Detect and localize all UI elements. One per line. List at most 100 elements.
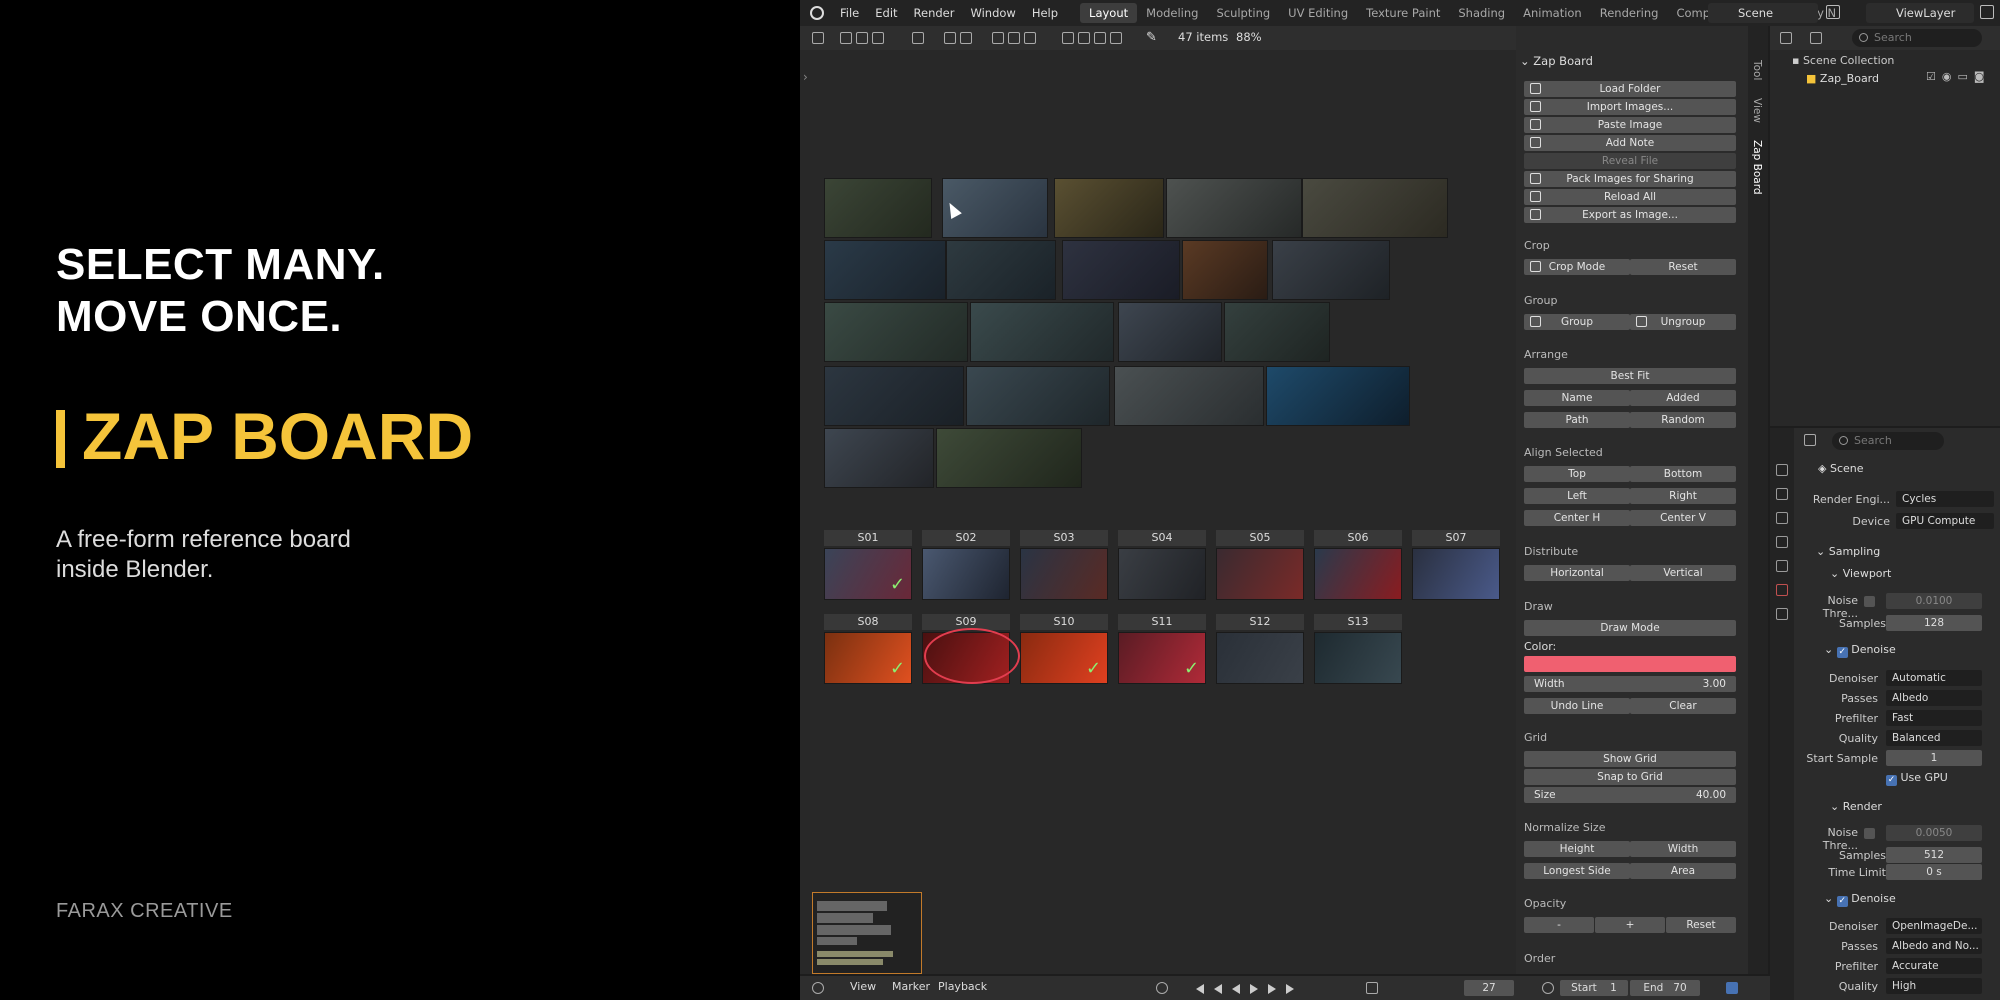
editor-type-icon[interactable] <box>1780 32 1792 44</box>
use-gpu-toggle[interactable]: ✓ Use GPU <box>1886 771 1948 786</box>
play-icon[interactable] <box>1250 984 1258 994</box>
time-limit-field[interactable]: 0 s <box>1886 864 1982 880</box>
list-icon[interactable] <box>912 32 924 44</box>
note-icon[interactable] <box>872 32 884 44</box>
blender-logo-icon[interactable] <box>810 6 824 20</box>
align-top-button[interactable]: Top <box>1524 466 1630 482</box>
menu-window[interactable]: Window <box>962 0 1023 26</box>
reference-image[interactable] <box>1182 240 1268 300</box>
export-image-button[interactable]: Export as Image... <box>1524 207 1736 223</box>
vp-noise-field[interactable]: 0.0100 <box>1886 593 1982 609</box>
render-subpanel-header[interactable]: ⌄ Render <box>1830 800 1882 813</box>
output-tab-icon[interactable] <box>1776 512 1788 524</box>
tool-tab-icon[interactable] <box>1776 464 1788 476</box>
tab-shading[interactable]: Shading <box>1449 3 1514 23</box>
pack-images-button[interactable]: Pack Images for Sharing <box>1524 171 1736 187</box>
normalize-height-button[interactable]: Height <box>1524 841 1630 857</box>
vp-prefilter-select[interactable]: Fast <box>1886 710 1982 726</box>
align-bottom-button[interactable]: Bottom <box>1630 466 1736 482</box>
device-select[interactable]: GPU Compute <box>1896 513 1994 529</box>
snap-icon[interactable] <box>1078 32 1090 44</box>
tab-sculpting[interactable]: Sculpting <box>1207 3 1279 23</box>
reveal-file-button[interactable]: Reveal File <box>1524 153 1736 169</box>
clock-icon[interactable] <box>1542 982 1554 994</box>
record-icon[interactable] <box>1156 982 1168 994</box>
viewport-subpanel-header[interactable]: ⌄ Viewport <box>1830 567 1891 580</box>
pencil-icon[interactable]: ✎ <box>1146 30 1157 45</box>
reference-image[interactable] <box>966 366 1110 426</box>
shot-thumbnail[interactable] <box>1314 548 1402 600</box>
clear-drawing-button[interactable]: Clear <box>1630 698 1736 714</box>
vp-denoise-header[interactable]: ⌄ ✓ Denoise <box>1824 643 1896 658</box>
padlock-icon[interactable] <box>1110 32 1122 44</box>
minimap[interactable] <box>812 892 922 974</box>
reference-image[interactable] <box>824 302 968 362</box>
timeline-view-menu[interactable]: View <box>850 980 876 993</box>
tab-texture-paint[interactable]: Texture Paint <box>1357 3 1449 23</box>
grid-size-field[interactable]: Size 40.00 <box>1524 787 1736 803</box>
tab-view[interactable]: View <box>1751 98 1763 123</box>
tab-zap-board[interactable]: Zap Board <box>1751 140 1763 195</box>
reference-image[interactable] <box>1272 240 1390 300</box>
arrange-name-button[interactable]: Name <box>1524 390 1630 406</box>
editor-type-icon[interactable] <box>1804 434 1816 446</box>
reference-image[interactable] <box>936 428 1082 488</box>
normalize-area-button[interactable]: Area <box>1630 863 1736 879</box>
show-grid-button[interactable]: Show Grid <box>1524 751 1736 767</box>
overlay-icon[interactable] <box>1726 982 1738 994</box>
menu-edit[interactable]: Edit <box>867 0 905 26</box>
vp-quality-select[interactable]: Balanced <box>1886 730 1982 746</box>
r-prefilter-select[interactable]: Accurate <box>1886 958 1982 974</box>
shot-thumbnail[interactable] <box>922 548 1010 600</box>
start-frame-field[interactable]: Start 1 <box>1560 980 1628 996</box>
draw-color-swatch[interactable] <box>1524 656 1736 672</box>
normalize-width-button[interactable]: Width <box>1630 841 1736 857</box>
collection-tab-icon[interactable] <box>1776 608 1788 620</box>
reference-image[interactable] <box>824 178 932 238</box>
arrange-added-button[interactable]: Added <box>1630 390 1736 406</box>
reference-image[interactable] <box>824 428 934 488</box>
reference-image[interactable] <box>824 240 946 300</box>
panel-title[interactable]: ⌄ Zap Board <box>1520 54 1593 68</box>
arrange-random-button[interactable]: Random <box>1630 412 1736 428</box>
r-noise-field[interactable]: 0.0050 <box>1886 825 1982 841</box>
lock-icon[interactable] <box>1094 32 1106 44</box>
visibility-toggles[interactable]: ☑◉▭◙ <box>1926 70 1991 83</box>
r-denoiser-select[interactable]: OpenImageDe... <box>1886 918 1982 934</box>
image-editor-viewport[interactable]: ✎ 47 items 88% › S01 ✓ S02 S03 S04 S05 S06 S07 S… <box>800 26 1516 974</box>
editor-type-icon[interactable] <box>812 32 824 44</box>
snap-to-grid-button[interactable]: Snap to Grid <box>1524 769 1736 785</box>
distribute-vertical-button[interactable]: Vertical <box>1630 565 1736 581</box>
reference-image[interactable] <box>1266 366 1410 426</box>
vp-samples-field[interactable]: 128 <box>1886 615 1982 631</box>
zap-board-object-row[interactable]: ■ Zap_Board <box>1806 72 1879 85</box>
opacity-increase-button[interactable]: + <box>1595 917 1665 933</box>
menu-help[interactable]: Help <box>1024 0 1066 26</box>
draw-mode-button[interactable]: Draw Mode <box>1524 620 1736 636</box>
ungroup-button[interactable]: Ungroup <box>1630 314 1736 330</box>
normalize-longest-button[interactable]: Longest Side <box>1524 863 1630 879</box>
start-sample-field[interactable]: 1 <box>1886 750 1982 766</box>
keying-icon[interactable] <box>1366 982 1378 994</box>
vp-noise-checkbox[interactable] <box>1864 596 1875 607</box>
new-scene-icon[interactable] <box>1826 5 1840 19</box>
r-passes-select[interactable]: Albedo and No... <box>1886 938 1982 954</box>
reference-image[interactable] <box>1114 366 1264 426</box>
reference-image[interactable] <box>1054 178 1164 238</box>
jump-end-icon[interactable] <box>1286 984 1294 994</box>
distribute-horizontal-button[interactable]: Horizontal <box>1524 565 1630 581</box>
editor-type-icon[interactable] <box>812 982 824 994</box>
timeline-marker-menu[interactable]: Marker <box>892 980 930 993</box>
arrange-path-button[interactable]: Path <box>1524 412 1630 428</box>
import-images-button[interactable]: Import Images... <box>1524 99 1736 115</box>
reference-image[interactable] <box>1118 302 1222 362</box>
reference-image[interactable] <box>946 240 1056 300</box>
reference-image[interactable] <box>970 302 1114 362</box>
reference-image[interactable] <box>824 366 964 426</box>
load-folder-button[interactable]: Load Folder <box>1524 81 1736 97</box>
duplicate-icon[interactable] <box>944 32 956 44</box>
tab-modeling[interactable]: Modeling <box>1137 3 1207 23</box>
r-samples-field[interactable]: 512 <box>1886 847 1982 863</box>
menu-file[interactable]: File <box>832 0 867 26</box>
outliner-search-input[interactable]: Search <box>1852 29 1982 47</box>
